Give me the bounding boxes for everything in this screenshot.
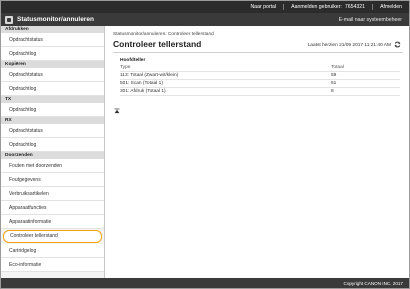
app-logo-icon (5, 15, 13, 24)
sidebar-item-tx-job-log[interactable]: Opdrachtlog (1, 103, 104, 117)
row-type: 113: Totaal (Zwart-wit/klein) (120, 71, 331, 80)
sidebar-item-print-job-log[interactable]: Opdrachtlog (1, 47, 104, 61)
counter-table: Type Totaal 113: Totaal (Zwart-wit/klein… (120, 64, 400, 96)
sidebar-item-error-info[interactable]: Foutgegevens (1, 173, 104, 187)
app-window: Naar portal Aanmelden gebruiker: 7654321… (0, 0, 410, 289)
row-type: 501: Scan (Totaal 1) (120, 79, 331, 88)
row-total: 51 (331, 79, 400, 88)
page-title: Controleer tellerstand (113, 39, 202, 49)
top-strip: Naar portal Aanmelden gebruiker: 7654321… (1, 1, 409, 13)
table-title: Hoofdteller (120, 58, 146, 63)
sidebar-item-print-job-status[interactable]: Opdrachtstatus (1, 33, 104, 47)
sidebar: Afdrukken Opdrachtstatus Opdrachtlog Kop… (1, 26, 105, 278)
divider (372, 4, 374, 10)
sidebar-item-device-info[interactable]: Apparaatinformatie (1, 215, 104, 229)
table-header-row: Type Totaal (120, 64, 400, 72)
sidebar-item-copy-job-log[interactable]: Opdrachtlog (1, 82, 104, 96)
column-header-type: Type (120, 64, 331, 72)
app-title: Statusmonitor/annuleren (17, 16, 94, 23)
header-bar: Statusmonitor/annuleren E-mail naar syst… (1, 13, 409, 26)
divider (113, 52, 403, 53)
logged-in-label: Aanmelden gebruiker: (291, 4, 342, 10)
sidebar-item-forwarding-errors[interactable]: Fouten met doorzenden (1, 159, 104, 173)
column-header-total: Totaal (331, 64, 400, 72)
row-type: 301: Afdruk (Totaal 1) (120, 87, 331, 96)
sidebar-item-rx-job-log[interactable]: Opdrachtlog (1, 138, 104, 152)
sidebar-item-copy-job-status[interactable]: Opdrachtstatus (1, 68, 104, 82)
sidebar-item-eco-info[interactable]: Eco-informatie (1, 258, 104, 272)
back-to-top-icon[interactable] (114, 108, 120, 114)
last-updated: Laatst herzien 21/09 2017 11:21:40 AM (307, 43, 391, 48)
divider (283, 4, 285, 10)
sidebar-item-consumables[interactable]: Verbruiksartikelen (1, 187, 104, 201)
table-row: 113: Totaal (Zwart-wit/klein) 59 (120, 71, 400, 80)
sidebar-section-doorzenden: Doorzenden (1, 152, 104, 159)
sidebar-item-device-features[interactable]: Apparaatfuncties (1, 201, 104, 215)
email-admin-link[interactable]: E-mail naar systeembeheer (339, 17, 402, 23)
row-total: 59 (331, 71, 400, 80)
sidebar-item-rx-job-status[interactable]: Opdrachtstatus (1, 124, 104, 138)
sidebar-section-afdrukken: Afdrukken (1, 26, 104, 33)
copyright: Copyright CANON INC. 2017 (343, 280, 404, 286)
footer: Copyright CANON INC. 2017 (1, 278, 409, 288)
table-row: 501: Scan (Totaal 1) 51 (120, 79, 400, 88)
refresh-icon[interactable] (394, 41, 401, 48)
logout-link[interactable]: Afmelden (380, 4, 402, 10)
portal-link[interactable]: Naar portal (250, 4, 276, 10)
sidebar-item-check-counter[interactable]: Controleer tellerstand (3, 230, 102, 243)
sidebar-section-kopieren: Kopiëren (1, 61, 104, 68)
sidebar-section-rx: RX (1, 117, 104, 124)
sidebar-section-tx: TX (1, 96, 104, 103)
row-total: 8 (331, 87, 400, 96)
table-row: 301: Afdruk (Totaal 1) 8 (120, 87, 400, 96)
main-content: Statusmonitor/annuleren: Controleer tell… (105, 26, 409, 278)
breadcrumb: Statusmonitor/annuleren: Controleer tell… (113, 32, 214, 37)
sidebar-item-cartridge-log[interactable]: Cartridgelog (1, 244, 104, 258)
user-id: 7654321 (344, 4, 366, 10)
